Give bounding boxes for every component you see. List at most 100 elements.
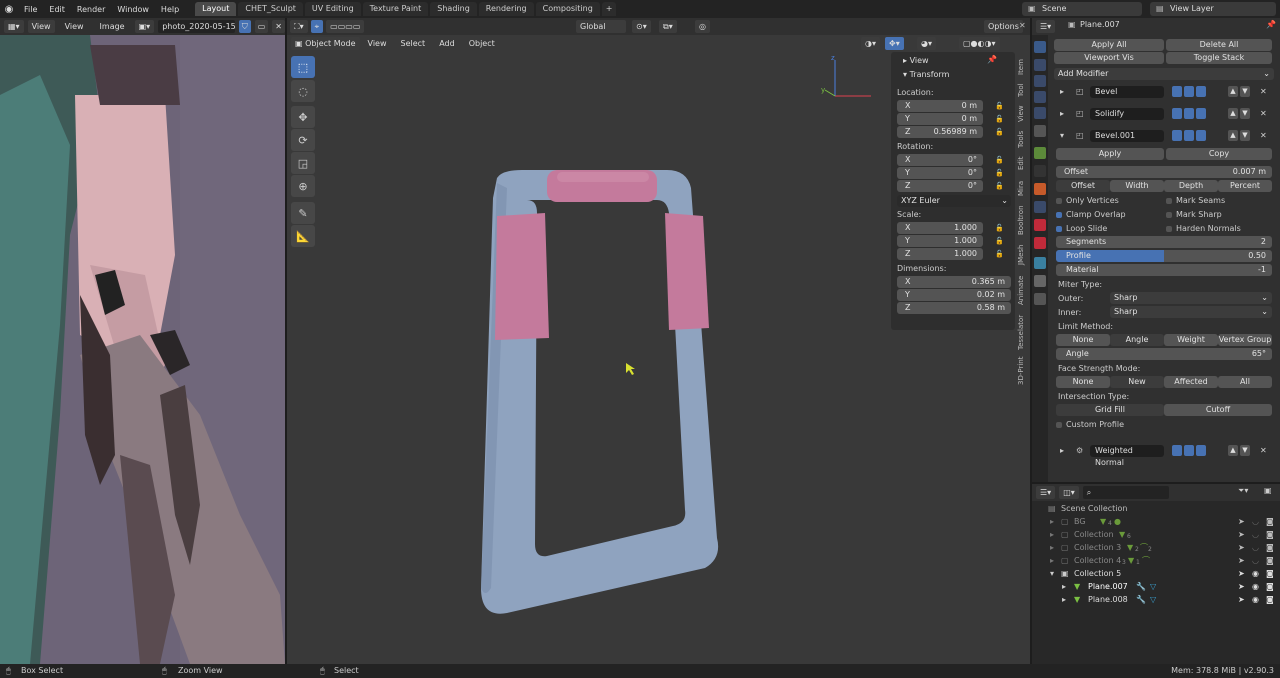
tool-rotate[interactable]: ⟳ xyxy=(291,129,315,151)
tab-chet-sculpt[interactable]: CHET_Sculpt xyxy=(238,2,303,16)
mark-sharp-checkbox[interactable]: Mark Sharp xyxy=(1166,210,1222,219)
limit-weight[interactable]: Weight xyxy=(1164,334,1218,346)
lock-icon[interactable]: 🔓 xyxy=(995,237,1004,245)
render-tab-icon[interactable] xyxy=(1034,59,1046,71)
tab-uv-editing[interactable]: UV Editing xyxy=(304,2,361,16)
rotation-x-field[interactable]: X 0° xyxy=(897,154,983,166)
particles-tab-icon[interactable] xyxy=(1034,201,1046,213)
expand-icon[interactable]: ▸ xyxy=(1060,109,1064,118)
viewport-editor-type-button[interactable]: ⛶▾ xyxy=(290,20,308,33)
select-icon[interactable]: ➤ xyxy=(1238,567,1245,580)
editor-type-button[interactable]: ▦▾ xyxy=(4,20,24,33)
sidebar-tab-jmesh[interactable]: JMesh xyxy=(1017,242,1029,268)
collapse-icon[interactable]: ▾ xyxy=(1060,131,1064,140)
add-modifier-dropdown[interactable]: Add Modifier ⌄ xyxy=(1054,68,1274,80)
select-icon[interactable]: ➤ xyxy=(1238,515,1245,528)
lock-icon[interactable]: 🔓 xyxy=(995,250,1004,258)
eye-icon[interactable]: ◉ xyxy=(1252,567,1259,580)
render-camera-icon[interactable]: ◙ xyxy=(1266,541,1274,554)
outliner-row-collection-3[interactable]: ▸ ▢ Collection 3 ▼ 2 ⌒ 2 ➤ ◡ ◙ xyxy=(1032,541,1280,554)
hide-icon[interactable]: ◡ xyxy=(1252,554,1259,567)
lock-icon[interactable]: 🔓 xyxy=(995,102,1004,110)
select-icon[interactable]: ➤ xyxy=(1238,554,1245,567)
segments-field[interactable]: Segments 2 xyxy=(1056,236,1272,248)
modifier-bevel[interactable]: ▸ ◰ Bevel ▲ ▼ ✕ xyxy=(1054,84,1274,100)
modifier-name-field[interactable]: Bevel.001 xyxy=(1090,130,1164,142)
hide-icon[interactable]: ◡ xyxy=(1252,528,1259,541)
scene-tab-icon[interactable] xyxy=(1034,107,1046,119)
outliner-row-plane-008[interactable]: ▸ ▼ Plane.008 🔧 ▽ ➤ ◉ ◙ xyxy=(1032,593,1280,606)
tab-texture-paint[interactable]: Texture Paint xyxy=(362,2,429,16)
world-tab-icon[interactable] xyxy=(1034,125,1046,137)
hide-icon[interactable]: ◡ xyxy=(1252,541,1259,554)
mesh-object-handle[interactable] xyxy=(467,158,747,628)
render-camera-icon[interactable]: ◙ xyxy=(1266,593,1274,606)
tool-transform[interactable]: ⊕ xyxy=(291,175,315,197)
snap-icon[interactable]: ⧉▾ xyxy=(659,20,677,33)
sidebar-tab-tesselator[interactable]: Tesselator xyxy=(1017,312,1029,352)
eye-icon[interactable]: ◉ xyxy=(1252,580,1259,593)
editmode-icon[interactable] xyxy=(1196,130,1206,141)
apply-all-button[interactable]: Apply All xyxy=(1054,39,1164,51)
lock-icon[interactable]: 🔓 xyxy=(995,224,1004,232)
image-browse-button[interactable]: ▣▾ xyxy=(134,20,155,33)
modifier-weighted-normal[interactable]: ▸ ⚙ Weighted Normal ▲ ▼ ✕ xyxy=(1054,443,1274,467)
expand-icon[interactable]: ▸ xyxy=(1060,446,1064,455)
proportional-edit-icon[interactable]: ◎ xyxy=(695,20,710,33)
sidebar-tab-mira[interactable]: Mira xyxy=(1017,178,1029,198)
lock-icon[interactable]: 🔓 xyxy=(995,128,1004,136)
outliner-editor-type[interactable]: ☰▾ xyxy=(1036,486,1056,499)
object-mode-dropdown[interactable]: ▣ Object Mode xyxy=(291,36,360,50)
expand-icon[interactable]: ▸ xyxy=(1062,593,1066,606)
move-down-icon[interactable]: ▼ xyxy=(1240,108,1250,119)
monitor-icon[interactable] xyxy=(1184,108,1194,119)
outliner-row-collection[interactable]: ▸ ▢ Collection ▼ 6 ➤ ◡ ◙ xyxy=(1032,528,1280,541)
editmode-icon[interactable] xyxy=(1196,86,1206,97)
width-type-depth[interactable]: Depth xyxy=(1164,180,1218,192)
sidebar-tab-view[interactable]: View xyxy=(1017,104,1029,124)
intersection-cutoff[interactable]: Cutoff xyxy=(1164,404,1272,416)
select-mode-icons[interactable]: ▭▭▭▭ xyxy=(326,20,365,33)
tool-select-box[interactable]: ⬚ xyxy=(291,56,315,78)
dimensions-z-field[interactable]: Z 0.58 m xyxy=(897,302,1011,314)
transform-section-header[interactable]: ▾ Transform xyxy=(891,68,949,81)
select-box-icon[interactable]: ⌖ xyxy=(310,20,324,33)
viewport-menu-select[interactable]: Select xyxy=(395,39,432,48)
menu-help[interactable]: Help xyxy=(155,5,185,14)
move-up-icon[interactable]: ▲ xyxy=(1228,445,1238,456)
eye-icon[interactable]: ◉ xyxy=(1252,593,1259,606)
texture-tab-icon[interactable] xyxy=(1034,293,1046,305)
monitor-icon[interactable] xyxy=(1184,86,1194,97)
move-down-icon[interactable]: ▼ xyxy=(1240,86,1250,97)
tool-cursor[interactable]: ◌ xyxy=(291,80,315,102)
collection-tab-icon[interactable] xyxy=(1034,147,1046,159)
tab-rendering[interactable]: Rendering xyxy=(478,2,534,16)
face-none[interactable]: None xyxy=(1056,376,1110,388)
lock-icon[interactable]: 🔓 xyxy=(995,182,1004,190)
move-down-icon[interactable]: ▼ xyxy=(1240,445,1250,456)
blender-logo-icon[interactable]: ◉ xyxy=(0,0,18,18)
limit-vertex-group[interactable]: Vertex Group xyxy=(1218,334,1272,346)
view-layer-tab-icon[interactable] xyxy=(1034,91,1046,103)
delete-all-button[interactable]: Delete All xyxy=(1166,39,1272,51)
material-field[interactable]: Material -1 xyxy=(1056,264,1272,276)
menu-render[interactable]: Render xyxy=(71,5,111,14)
rotation-mode-dropdown[interactable]: XYZ Euler ⌄ xyxy=(897,195,1011,207)
image-name-field[interactable]: photo_2020-05-15_2... xyxy=(158,20,235,33)
menu-file[interactable]: File xyxy=(18,5,43,14)
transform-orientation-dropdown[interactable]: Global xyxy=(576,20,626,33)
limit-none[interactable]: None xyxy=(1056,334,1110,346)
viewport-menu-view[interactable]: View xyxy=(362,39,393,48)
width-type-percent[interactable]: Percent xyxy=(1218,180,1272,192)
display-mode-button[interactable]: ◫▾ xyxy=(1059,486,1079,499)
pivot-point-icon[interactable]: ⊙▾ xyxy=(632,20,651,33)
modifier-bevel-001[interactable]: ▾ ◰ Bevel.001 ▲ ▼ ✕ xyxy=(1054,128,1274,144)
sidebar-tab-edit[interactable]: Edit xyxy=(1017,154,1029,172)
select-icon[interactable]: ➤ xyxy=(1238,541,1245,554)
profile-slider[interactable]: Profile 0.50 xyxy=(1056,250,1272,262)
tab-shading[interactable]: Shading xyxy=(430,2,477,16)
sidebar-tab-tool[interactable]: Tool xyxy=(1017,80,1029,100)
face-affected[interactable]: Affected xyxy=(1164,376,1218,388)
outliner-search-input[interactable]: ⌕ xyxy=(1082,486,1169,499)
location-x-field[interactable]: X 0 m xyxy=(897,100,983,112)
